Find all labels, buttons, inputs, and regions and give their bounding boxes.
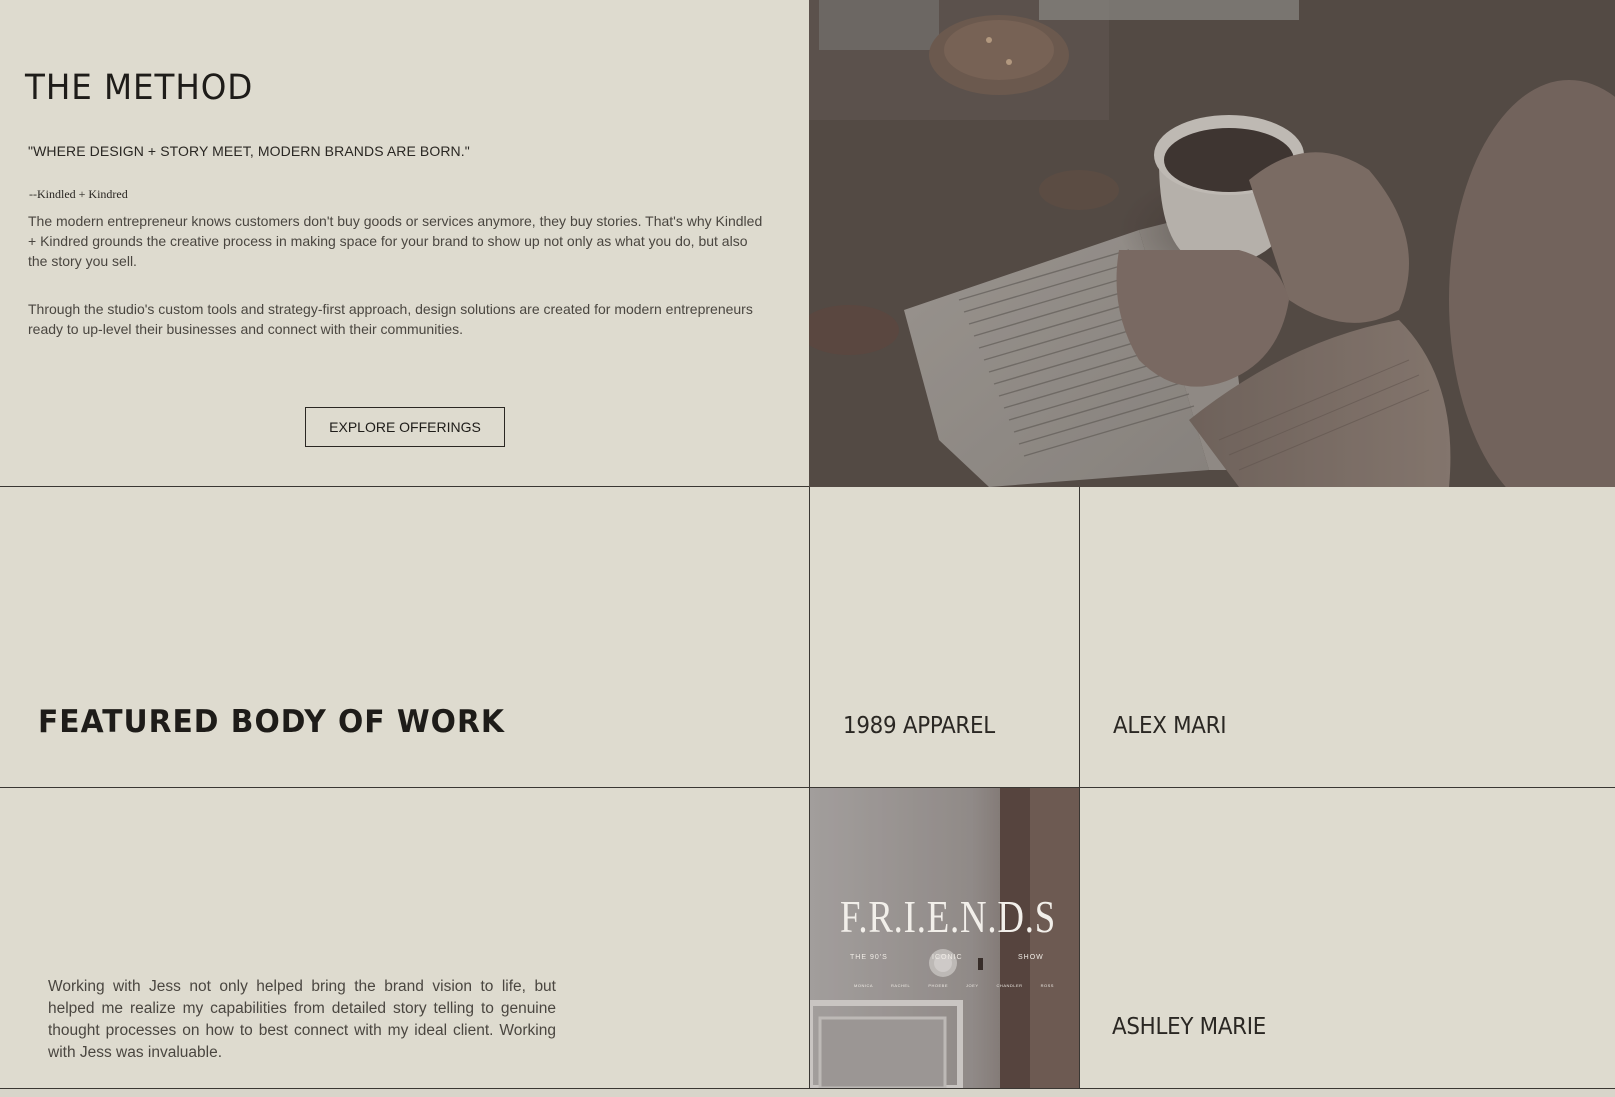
friends-logo-text: F.R.I.E.N.D.S bbox=[840, 891, 1057, 942]
featured-title: FEATURED BODY OF WORK bbox=[38, 704, 505, 740]
explore-offerings-button[interactable]: EXPLORE OFFERINGS bbox=[305, 407, 505, 447]
page: THE METHOD "WHERE DESIGN + STORY MEET, M… bbox=[0, 0, 1615, 1097]
work-tile-friends[interactable]: F.R.I.E.N.D.S THE 90'S ICONIC SHOW MONIC… bbox=[810, 788, 1079, 1088]
friends-nav-item: MONICA bbox=[854, 983, 873, 988]
friends-nav-item: JOEY bbox=[966, 983, 979, 988]
friends-nav-item: RACHEL bbox=[891, 983, 911, 988]
method-title: THE METHOD bbox=[25, 68, 254, 108]
testimonial-text: Working with Jess not only helped bring … bbox=[48, 978, 556, 1061]
method-paragraph-1: The modern entrepreneur knows customers … bbox=[28, 213, 763, 269]
friends-nav: MONICA RACHEL PHOEBE JOEY CHANDLER ROSS bbox=[854, 983, 1054, 988]
method-attribution: --Kindled + Kindred bbox=[29, 187, 128, 201]
hero-image-coffee-book bbox=[809, 0, 1615, 487]
work-link-1989-apparel[interactable]: 1989 APPAREL bbox=[843, 713, 995, 739]
friends-sub-left: THE 90'S bbox=[850, 954, 888, 961]
friends-nav-item: ROSS bbox=[1040, 983, 1054, 988]
method-paragraph-2: Through the studio's custom tools and st… bbox=[28, 301, 753, 337]
work-link-alex-mari[interactable]: ALEX MARI bbox=[1113, 713, 1227, 739]
work-link-ashley-marie[interactable]: ASHLEY MARIE bbox=[1112, 1014, 1266, 1040]
friends-nav-item: CHANDLER bbox=[996, 983, 1023, 988]
method-section: THE METHOD "WHERE DESIGN + STORY MEET, M… bbox=[0, 0, 809, 487]
method-quote: "WHERE DESIGN + STORY MEET, MODERN BRAND… bbox=[28, 143, 470, 159]
grid-divider-horizontal bbox=[0, 787, 1615, 788]
bottom-divider bbox=[0, 1088, 1615, 1097]
friends-nav-item: PHOEBE bbox=[928, 983, 948, 988]
friends-sub-right: SHOW bbox=[1018, 954, 1044, 961]
friends-sub-center: ICONIC bbox=[932, 954, 963, 961]
